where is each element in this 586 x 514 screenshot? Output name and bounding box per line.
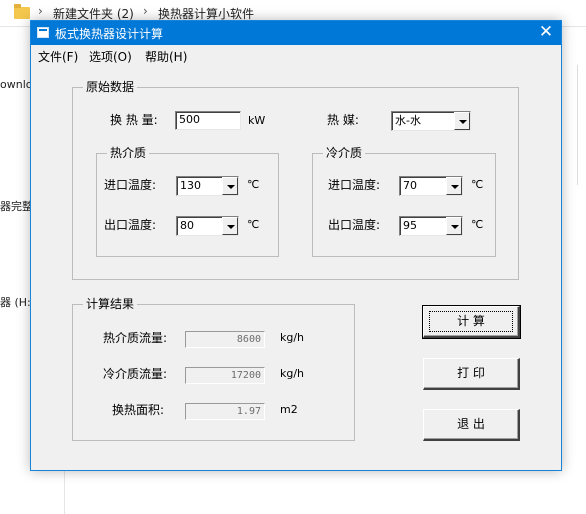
cold-outlet-value: 95 [403, 219, 417, 232]
explorer-divider [64, 470, 65, 514]
explorer-sidebar-item[interactable]: ownlo [0, 78, 32, 91]
area-label: 换热面积: [112, 403, 165, 417]
input-group-title: 原始数据 [83, 80, 138, 94]
chevron-down-icon[interactable] [446, 177, 462, 195]
cold-flow-label: 冷介质流量: [103, 367, 168, 381]
chevron-right-icon: › [143, 4, 148, 18]
hot-flow-output: 8600 [185, 331, 265, 348]
exit-button-label: 退 出 [457, 417, 485, 431]
hot-inlet-unit: ℃ [247, 178, 260, 191]
focus-rect [429, 311, 513, 332]
area-output: 1.97 [185, 403, 265, 420]
chevron-down-icon[interactable] [446, 217, 462, 235]
exit-button[interactable]: 退 出 [423, 409, 520, 441]
app-icon [37, 27, 49, 38]
cold-inlet-select[interactable]: 70 [399, 176, 463, 196]
cold-medium-title: 冷介质 [323, 146, 366, 160]
window-title: 板式换热器设计计算 [55, 27, 164, 41]
area-unit: m2 [280, 403, 298, 416]
medium-label: 热 媒: [327, 113, 359, 127]
hot-inlet-label: 进口温度: [104, 178, 157, 192]
explorer-sidebar-item[interactable]: 器完整 [0, 198, 33, 214]
medium-select[interactable]: 水-水 [391, 111, 471, 131]
heat-load-label: 换 热 量: [110, 113, 158, 127]
hot-outlet-value: 80 [180, 219, 194, 232]
hot-flow-label: 热介质流量: [103, 331, 168, 345]
chevron-right-icon: › [38, 4, 43, 18]
calculate-button[interactable]: 计 算 [422, 305, 521, 339]
close-button[interactable]: ✕ [535, 23, 557, 43]
explorer-divider [577, 65, 578, 185]
hot-medium-title: 热介质 [107, 146, 150, 160]
menu-file[interactable]: 文件(F) [38, 48, 78, 65]
menu-help[interactable]: 帮助(H) [145, 48, 187, 65]
chevron-down-icon[interactable] [454, 112, 470, 130]
hot-outlet-select[interactable]: 80 [176, 216, 239, 236]
input-groupbox: 原始数据 换 热 量: 500 kW 热 媒: 水-水 热介质 进口温度: 13… [72, 80, 519, 280]
cold-inlet-value: 70 [403, 179, 417, 192]
result-groupbox: 计算结果 热介质流量: 8600 kg/h 冷介质流量: 17200 kg/h … [72, 297, 355, 441]
heat-load-input[interactable]: 500 [175, 111, 241, 130]
hot-inlet-value: 130 [180, 179, 201, 192]
cold-inlet-unit: ℃ [471, 178, 484, 191]
cold-flow-output: 17200 [185, 367, 265, 384]
menu-bar: 文件(F) 选项(O) 帮助(H) [31, 45, 561, 65]
app-window: 板式换热器设计计算 ✕ 文件(F) 选项(O) 帮助(H) 原始数据 换 热 量… [30, 20, 562, 471]
cold-outlet-select[interactable]: 95 [399, 216, 463, 236]
cold-outlet-label: 出口温度: [328, 218, 381, 232]
hot-outlet-label: 出口温度: [104, 218, 157, 232]
hot-inlet-select[interactable]: 130 [176, 176, 239, 196]
title-bar[interactable]: 板式换热器设计计算 ✕ [31, 21, 561, 45]
print-button-label: 打 印 [457, 366, 485, 380]
medium-select-value: 水-水 [395, 114, 421, 127]
chevron-down-icon[interactable] [222, 217, 238, 235]
chevron-down-icon[interactable] [222, 177, 238, 195]
cold-medium-groupbox: 冷介质 进口温度: 70 ℃ 出口温度: 95 ℃ [312, 146, 496, 257]
cold-outlet-unit: ℃ [471, 218, 484, 231]
heat-load-unit: kW [248, 114, 266, 127]
hot-flow-unit: kg/h [280, 331, 305, 344]
cold-flow-unit: kg/h [280, 367, 305, 380]
hot-medium-groupbox: 热介质 进口温度: 130 ℃ 出口温度: 80 ℃ [96, 146, 279, 257]
cold-inlet-label: 进口温度: [328, 178, 381, 192]
menu-options[interactable]: 选项(O) [89, 48, 132, 65]
hot-outlet-unit: ℃ [247, 218, 260, 231]
print-button[interactable]: 打 印 [423, 358, 520, 390]
folder-icon [14, 4, 30, 19]
result-group-title: 计算结果 [83, 297, 138, 311]
